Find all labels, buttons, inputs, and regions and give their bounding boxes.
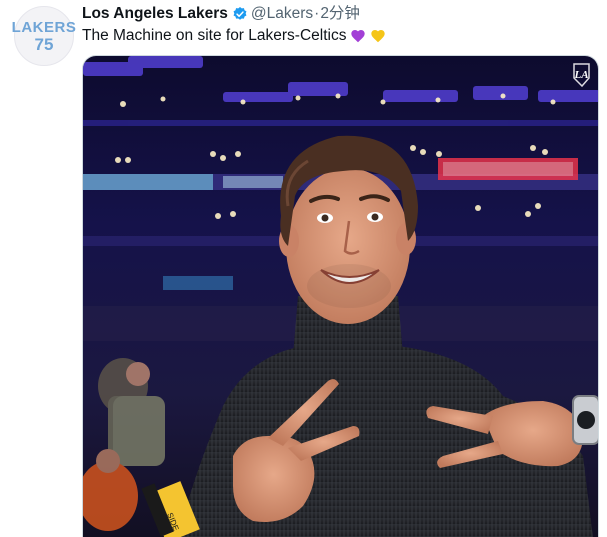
avatar-text-75: 75: [34, 34, 54, 54]
tweet-timestamp[interactable]: 2分钟: [320, 4, 360, 24]
author-handle[interactable]: @Lakers: [251, 4, 313, 24]
tweet-text: The Machine on site for Lakers-Celtics: [82, 26, 386, 46]
tweet-text-content: The Machine on site for Lakers-Celtics: [82, 27, 347, 44]
avatar[interactable]: LAKERS 75: [11, 6, 77, 66]
yellow-heart-icon: [370, 28, 386, 44]
tweet-photo[interactable]: LA SIDE: [82, 55, 599, 537]
separator-dot: ·: [314, 5, 320, 22]
verified-badge-icon: [232, 6, 248, 22]
purple-heart-icon: [350, 28, 366, 44]
tweet-card[interactable]: LAKERS 75 Los Angeles Lakers @Lakers · 2…: [0, 0, 607, 537]
tweet-header: Los Angeles Lakers @Lakers · 2分钟: [82, 4, 360, 24]
author-name[interactable]: Los Angeles Lakers: [82, 4, 228, 24]
avatar-text-lakers: LAKERS: [11, 18, 77, 36]
photo-arena-scene: LA SIDE: [83, 56, 598, 537]
watermark-text: LA: [573, 69, 588, 81]
